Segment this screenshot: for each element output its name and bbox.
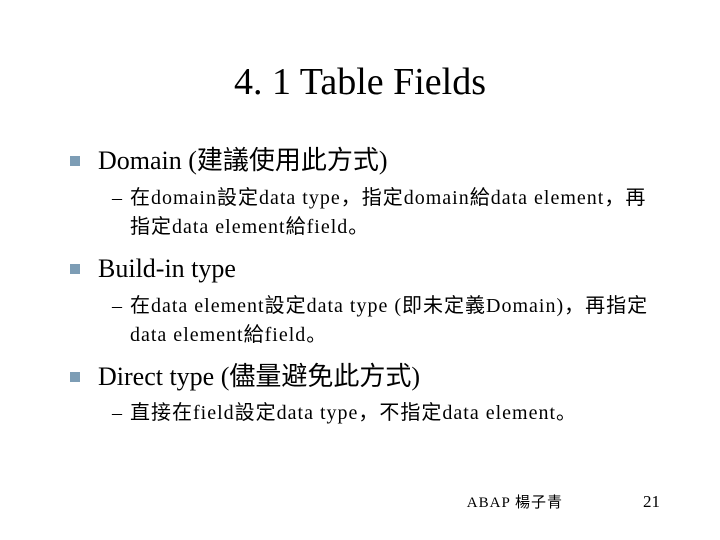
sub-item: – 在domain設定data type，指定domain給data eleme…: [70, 184, 660, 242]
slide: 4. 1 Table Fields Domain (建議使用此方式) – 在do…: [0, 0, 720, 540]
sub-text: 在domain設定data type，指定domain給data element…: [130, 184, 660, 242]
sub-item: – 直接在field設定data type，不指定data element。: [70, 399, 660, 428]
sub-text: 在data element設定data type (即未定義Domain)，再指…: [130, 292, 660, 350]
footer: ABAP 楊子青 21: [0, 491, 720, 512]
sub-text: 直接在field設定data type，不指定data element。: [130, 399, 577, 428]
list-item: Direct type (儘量避免此方式) – 直接在field設定data t…: [70, 360, 660, 429]
slide-title: 4. 1 Table Fields: [60, 60, 660, 104]
list-item: Build-in type – 在data element設定data type…: [70, 252, 660, 350]
item-title: Direct type (儘量避免此方式): [98, 360, 420, 394]
dash-icon: –: [112, 399, 122, 428]
item-title: Domain (建議使用此方式): [98, 144, 388, 178]
footer-text: ABAP 楊子青: [467, 491, 563, 512]
item-header: Domain (建議使用此方式): [70, 144, 660, 178]
list-item: Domain (建議使用此方式) – 在domain設定data type，指定…: [70, 144, 660, 242]
item-header: Build-in type: [70, 252, 660, 286]
item-title: Build-in type: [98, 252, 236, 286]
square-bullet-icon: [70, 156, 80, 166]
square-bullet-icon: [70, 264, 80, 274]
dash-icon: –: [112, 184, 122, 213]
content-area: Domain (建議使用此方式) – 在domain設定data type，指定…: [60, 144, 660, 428]
square-bullet-icon: [70, 372, 80, 382]
dash-icon: –: [112, 292, 122, 321]
sub-item: – 在data element設定data type (即未定義Domain)，…: [70, 292, 660, 350]
page-number: 21: [643, 492, 660, 512]
item-header: Direct type (儘量避免此方式): [70, 360, 660, 394]
